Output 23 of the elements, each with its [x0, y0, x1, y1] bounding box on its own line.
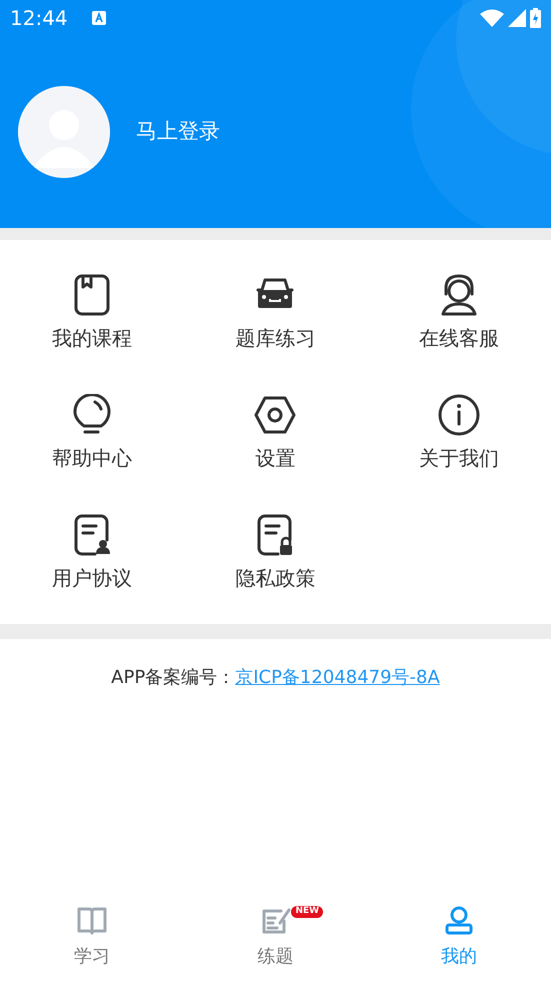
menu-item[interactable]: 设置: [184, 394, 368, 470]
keyboard-app-icon: [92, 11, 106, 25]
book-icon: [76, 905, 108, 937]
status-time: 12:44: [10, 5, 68, 32]
user-icon: [443, 905, 476, 937]
hexagon-settings-icon: [254, 394, 296, 436]
lightbulb-icon: [70, 394, 113, 436]
record-label: APP备案编号：: [111, 667, 236, 688]
wifi-icon: [480, 9, 504, 27]
signal-icon: [508, 9, 526, 27]
battery-icon: [530, 8, 541, 28]
nav-tab[interactable]: 学习: [0, 904, 184, 971]
avatar[interactable]: [18, 86, 110, 178]
menu-item[interactable]: 关于我们: [367, 394, 551, 470]
menu-item[interactable]: 用户协议: [0, 514, 184, 590]
info-icon: [438, 394, 480, 436]
menu-item[interactable]: 题库练习: [184, 274, 368, 350]
new-badge: NEW: [291, 906, 324, 918]
nav-tab[interactable]: 练题 NEW: [184, 904, 368, 971]
menu-item[interactable]: 我的课程: [0, 274, 184, 350]
menu-item[interactable]: 隐私政策: [184, 514, 368, 590]
menu-item[interactable]: 帮助中心: [0, 394, 184, 470]
menu-item[interactable]: 在线客服: [367, 274, 551, 350]
